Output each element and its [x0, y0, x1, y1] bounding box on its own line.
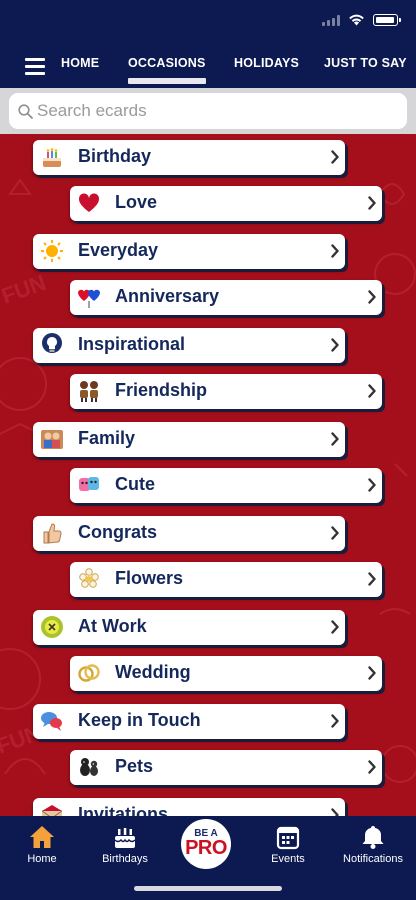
pro-button-line2: PRO — [185, 837, 227, 859]
category-congrats[interactable]: Congrats — [33, 516, 345, 551]
tab-bar-label: Notifications — [343, 853, 403, 865]
wifi-icon — [349, 14, 364, 26]
category-birthday[interactable]: Birthday — [33, 140, 345, 175]
category-label: Congrats — [78, 522, 158, 542]
category-love[interactable]: Love — [70, 186, 382, 221]
flower-icon — [77, 567, 101, 591]
category-at-work[interactable]: At Work — [33, 610, 345, 645]
category-invitations[interactable]: Invitations — [33, 798, 345, 816]
svg-text:FUN: FUN — [0, 270, 49, 309]
category-label: At Work — [78, 616, 147, 636]
chevron-right-icon — [331, 432, 339, 446]
category-label: Wedding — [115, 662, 191, 682]
category-label: Family — [78, 428, 136, 448]
tab-bar-label: Events — [271, 853, 305, 865]
category-flowers[interactable]: Flowers — [70, 562, 382, 597]
battery-icon — [373, 14, 401, 26]
category-cute[interactable]: Cute — [70, 468, 382, 503]
category-label: Cute — [115, 474, 155, 494]
tab-bar-label: Home — [27, 853, 57, 865]
cute-faces-icon — [77, 473, 101, 497]
category-keep-in-touch[interactable]: Keep in Touch — [33, 704, 345, 739]
tab-just-to-say[interactable]: JUST TO SAY — [324, 56, 407, 70]
chevron-right-icon — [331, 808, 339, 816]
top-nav: HOME OCCASIONS HOLIDAYS JUST TO SAY — [0, 44, 416, 88]
tab-bar-label: Birthdays — [102, 853, 148, 865]
category-label: Inspirational — [78, 334, 186, 354]
chevron-right-icon — [368, 760, 376, 774]
category-label: Everyday — [78, 240, 159, 260]
be-a-pro-button[interactable]: BE A PRO — [181, 819, 231, 869]
tab-holidays[interactable]: HOLIDAYS — [234, 56, 299, 70]
bottom-tab-bar: Home Birthdays BE A PRO Events Notificat… — [0, 816, 416, 900]
category-label: Love — [115, 192, 158, 212]
bell-icon — [362, 826, 384, 849]
search-icon — [18, 104, 33, 119]
tab-bar-notifications[interactable]: Notifications — [331, 816, 415, 876]
hearts-icon — [77, 285, 101, 309]
chevron-right-icon — [331, 714, 339, 728]
tab-home[interactable]: HOME — [61, 56, 99, 70]
category-label: Keep in Touch — [78, 710, 201, 730]
category-label: Friendship — [115, 380, 208, 400]
tab-bar-birthdays[interactable]: Birthdays — [83, 816, 167, 876]
search-field[interactable] — [9, 93, 407, 129]
speech-bubbles-icon — [40, 709, 64, 733]
menu-icon[interactable] — [25, 58, 45, 75]
chevron-right-icon — [331, 150, 339, 164]
home-indicator — [134, 886, 282, 891]
heart-icon — [77, 191, 101, 215]
chevron-right-icon — [368, 290, 376, 304]
search-input[interactable] — [37, 93, 397, 129]
category-pets[interactable]: Pets — [70, 750, 382, 785]
chevron-right-icon — [368, 666, 376, 680]
family-icon — [40, 427, 64, 451]
signal-icon — [322, 14, 340, 26]
category-label: Pets — [115, 756, 154, 776]
tab-bar-home[interactable]: Home — [0, 816, 84, 876]
category-list[interactable]: FUN FUN Birthday Love Everyday Anniversa… — [0, 134, 416, 816]
chevron-right-icon — [331, 338, 339, 352]
birthday-cake-icon — [40, 145, 64, 169]
calendar-icon — [276, 826, 300, 850]
sun-icon — [40, 239, 64, 263]
chevron-right-icon — [368, 478, 376, 492]
tab-bar-events[interactable]: Events — [246, 816, 330, 876]
pets-icon — [77, 755, 101, 779]
category-label: Birthday — [78, 146, 152, 166]
category-everyday[interactable]: Everyday — [33, 234, 345, 269]
thumbs-up-icon — [40, 521, 64, 545]
category-anniversary[interactable]: Anniversary — [70, 280, 382, 315]
friends-icon — [77, 379, 101, 403]
chevron-right-icon — [368, 572, 376, 586]
chevron-right-icon — [331, 620, 339, 634]
status-bar — [0, 0, 416, 44]
chevron-right-icon — [368, 384, 376, 398]
category-inspirational[interactable]: Inspirational — [33, 328, 345, 363]
category-label: Invitations — [78, 804, 169, 816]
category-label: Anniversary — [115, 286, 220, 306]
chevron-right-icon — [368, 196, 376, 210]
tab-occasions[interactable]: OCCASIONS — [128, 56, 206, 84]
category-friendship[interactable]: Friendship — [70, 374, 382, 409]
chevron-right-icon — [331, 244, 339, 258]
category-wedding[interactable]: Wedding — [70, 656, 382, 691]
rings-icon — [77, 661, 101, 685]
category-family[interactable]: Family — [33, 422, 345, 457]
work-badge-icon — [40, 615, 64, 639]
search-bar — [0, 88, 416, 134]
cake-icon — [114, 828, 136, 848]
lightbulb-icon — [40, 333, 64, 357]
envelope-icon — [40, 803, 64, 816]
status-icons — [322, 14, 401, 26]
category-label: Flowers — [115, 568, 184, 588]
chevron-right-icon — [331, 526, 339, 540]
home-icon — [30, 826, 54, 848]
